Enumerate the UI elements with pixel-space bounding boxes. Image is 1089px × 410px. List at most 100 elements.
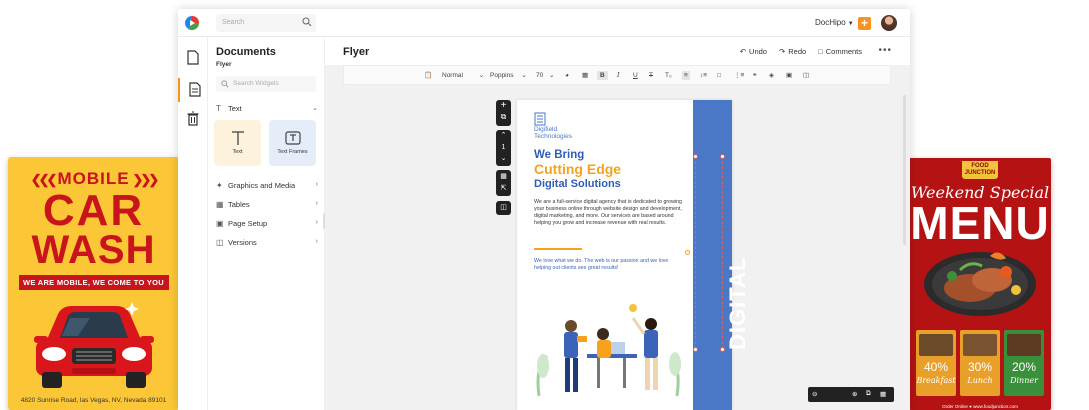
rail-new-document[interactable] xyxy=(178,46,208,70)
more-options-button[interactable]: ••• xyxy=(878,45,892,56)
logo-line2: Technologies xyxy=(534,133,572,140)
rotate-handle[interactable] xyxy=(685,250,690,255)
layers-icon[interactable]: ◈ xyxy=(769,71,774,80)
poster-ribbon: WE ARE MOBILE, WE COME TO YOU xyxy=(18,275,169,290)
flyer-heading-2[interactable]: Cutting Edge xyxy=(534,161,621,177)
text-frame-icon xyxy=(284,131,301,145)
section-text[interactable]: T Text ⌄ xyxy=(216,104,318,113)
chevron-right-icon: › xyxy=(315,200,318,207)
trash-icon: ◫ xyxy=(500,204,507,211)
bold-icon[interactable]: B xyxy=(597,71,608,80)
vertical-scrollbar[interactable] xyxy=(903,95,906,245)
rail-documents[interactable] xyxy=(178,78,208,102)
list-icon[interactable]: ⋮≡ xyxy=(734,71,744,80)
fit-screen-icon[interactable]: ⧉ xyxy=(866,390,871,398)
section-page-setup[interactable]: ▣ Page Setup › xyxy=(216,219,318,228)
menu-footer: Order Online ● www.foodjunction.com xyxy=(942,404,1018,409)
search-icon[interactable] xyxy=(302,17,312,27)
tile-text[interactable]: Text xyxy=(214,120,261,166)
add-page-icon[interactable]: + xyxy=(496,100,511,112)
widget-search-input[interactable]: Search Widgets xyxy=(216,76,316,92)
rail-trash[interactable] xyxy=(178,107,208,131)
duplicate-page-icon[interactable]: ⧉ xyxy=(496,112,511,122)
document-title[interactable]: Flyer xyxy=(343,46,369,58)
zoom-out-icon[interactable]: ⊖ xyxy=(812,390,817,398)
resize-handle[interactable] xyxy=(693,154,698,159)
redo-button[interactable]: ↷ Redo xyxy=(779,47,806,56)
search-placeholder: Search xyxy=(222,19,245,26)
section-label: Versions xyxy=(228,238,257,247)
page-add-duplicate-tools: + ⧉ xyxy=(496,100,511,126)
strikethrough-icon[interactable]: T xyxy=(649,71,653,80)
grid-view-icon[interactable]: ▦ xyxy=(880,390,886,398)
chevron-down-icon: ⌄ xyxy=(549,72,555,79)
line-height-icon[interactable]: ↕≡ xyxy=(700,71,707,80)
digital-vertical-text[interactable]: DIGITAL xyxy=(725,257,751,350)
undo-button[interactable]: ↶ Undo xyxy=(740,47,767,56)
resize-handle[interactable] xyxy=(720,154,725,159)
page-up-icon[interactable]: ⌃ xyxy=(496,130,511,142)
link-icon[interactable]: ⚭ xyxy=(752,71,757,80)
size-value: 70 xyxy=(536,72,544,79)
pattern-icon[interactable]: ▦ xyxy=(582,71,588,80)
section-tables[interactable]: ▦ Tables › xyxy=(216,200,318,209)
italic-icon[interactable]: I xyxy=(617,71,620,80)
deal-card-dinner: 20% Dinner xyxy=(1004,330,1044,396)
menu-poster: FOOD JUNCTION Weekend Special MENU 40% B… xyxy=(909,158,1051,410)
workspace-menu[interactable]: DocHipo ▼ xyxy=(815,18,854,27)
section-versions[interactable]: ◫ Versions › xyxy=(216,238,318,247)
text-format-toolbar: 📋 Normal ⌄ Poppins ⌄ 70 ⌄ ◕ ▦ B I U T T₀… xyxy=(343,65,891,85)
page-navigation: ⌃ 1 ⌄ xyxy=(496,130,511,166)
resize-handle[interactable] xyxy=(720,347,725,352)
team-illustration[interactable] xyxy=(527,296,687,402)
user-avatar[interactable] xyxy=(881,15,897,31)
flyer-logo[interactable]: Digifield Technologies xyxy=(534,112,572,140)
lock-icon[interactable]: ▣ xyxy=(786,71,792,80)
clipboard-icon[interactable]: 📋 xyxy=(424,71,432,80)
style-select[interactable]: Normal ⌄ xyxy=(442,71,484,80)
deal-card-lunch: 30% Lunch xyxy=(960,330,1000,396)
flyer-body-text[interactable]: We are a full-service digital agency tha… xyxy=(534,199,684,227)
tile-text-frames[interactable]: Text Frames xyxy=(269,120,316,166)
text-case-icon[interactable]: T₀ xyxy=(665,71,672,80)
flyer-page[interactable]: DIGITAL Digifield Technologies We Bring … xyxy=(517,100,750,410)
menu-deal-cards: 40% Breakfast 30% Lunch 20% Dinner xyxy=(916,330,1044,396)
zoom-controls: ⊖ 86 % ⊕ ⧉ ▦ xyxy=(808,387,894,402)
grid-icon[interactable]: ▦ xyxy=(496,170,511,183)
chevron-down-icon: ⌄ xyxy=(312,105,318,112)
chevron-down-icon: ▼ xyxy=(847,21,854,27)
chevron-right-icon: › xyxy=(315,238,318,245)
text-icon: T xyxy=(216,104,221,113)
create-button[interactable]: + xyxy=(858,17,871,30)
flyer-heading-3[interactable]: Digital Solutions xyxy=(534,178,621,190)
search-input[interactable]: Search xyxy=(216,14,316,32)
delete-page-button[interactable]: ◫ xyxy=(496,201,511,215)
panel-title: Documents xyxy=(216,46,276,58)
chevron-down-icon: ⌄ xyxy=(521,72,527,79)
resize-handle[interactable] xyxy=(693,347,698,352)
resize-icon[interactable]: ⇱ xyxy=(496,183,511,194)
section-label: Tables xyxy=(228,200,250,209)
flyer-divider[interactable] xyxy=(534,248,582,250)
zoom-in-icon[interactable]: ⊕ xyxy=(852,390,857,398)
align-center-icon[interactable]: ≡ xyxy=(682,71,690,80)
dinner-thumbnail xyxy=(1007,334,1041,356)
redo-icon: ↷ xyxy=(778,47,786,56)
flyer-blue-band[interactable] xyxy=(693,100,732,410)
deal-meal: Dinner xyxy=(1010,376,1038,385)
font-select[interactable]: Poppins ⌄ xyxy=(490,71,527,80)
text-box-icon[interactable]: □ xyxy=(717,71,721,80)
zoom-unit: % xyxy=(828,393,834,400)
fill-color-icon[interactable]: ◕ xyxy=(565,71,569,80)
page-down-icon[interactable]: ⌄ xyxy=(496,153,511,164)
flyer-heading-1[interactable]: We Bring xyxy=(534,149,584,161)
chevron-down-icon: ⌄ xyxy=(478,72,485,79)
dochipo-logo-icon[interactable] xyxy=(184,15,200,31)
size-select[interactable]: 70 ⌄ xyxy=(536,71,555,80)
section-graphics-media[interactable]: ✦ Graphics and Media › xyxy=(216,181,318,190)
comments-button[interactable]: □ Comments xyxy=(818,47,862,56)
underline-icon[interactable]: U xyxy=(633,71,638,80)
delete-icon[interactable]: ◫ xyxy=(803,71,809,80)
flyer-body-text-2[interactable]: We love what we do. The web is our passi… xyxy=(534,258,684,272)
deal-meal: Breakfast xyxy=(916,376,956,385)
